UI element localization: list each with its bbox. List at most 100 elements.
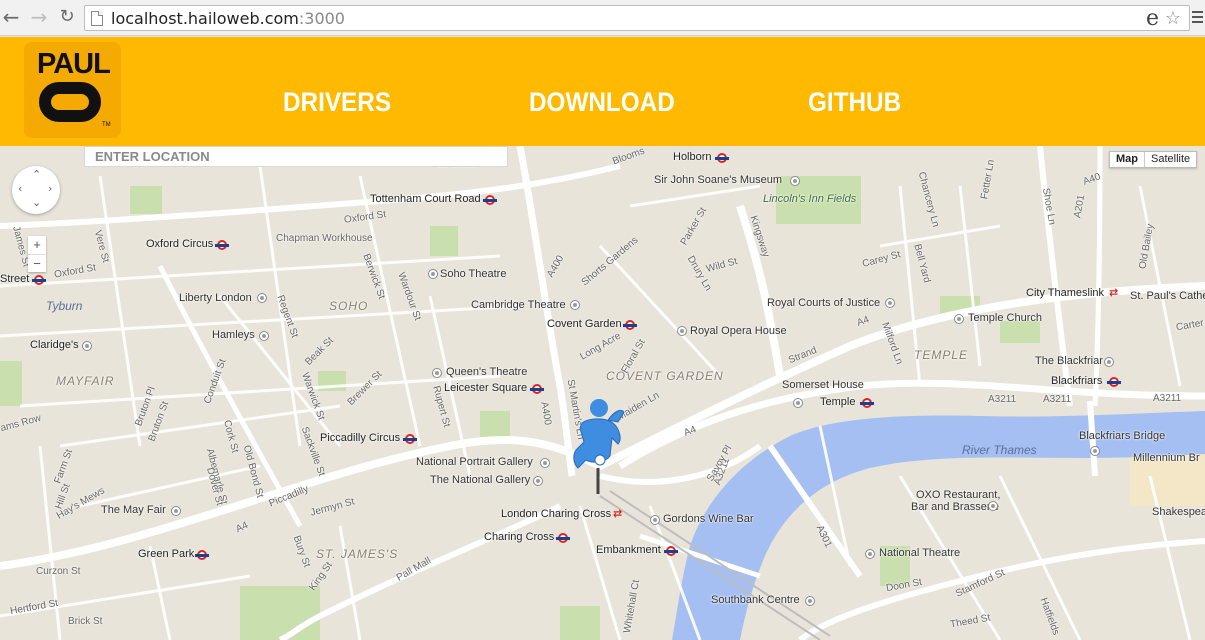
zoom-out-button[interactable]: −	[28, 254, 46, 272]
location-search-input[interactable]	[85, 147, 507, 166]
map-canvas[interactable]: St Giles Holborn Sir John Soane's Museum…	[0, 146, 1205, 640]
pegman-street-view-icon[interactable]	[568, 398, 628, 494]
map-label: Chapman Workhouse	[276, 233, 373, 244]
map-type-satellite-button[interactable]: Satellite	[1144, 152, 1196, 167]
road-label: Curzon St	[36, 566, 81, 577]
zoom-in-button[interactable]: +	[28, 236, 46, 254]
theatre-icon	[865, 549, 875, 559]
map-label: St. Paul's Cathe	[1130, 290, 1205, 302]
theatre-icon	[570, 300, 580, 310]
extension-icon[interactable]: e	[1146, 6, 1159, 31]
tube-station-icon	[195, 550, 209, 560]
tube-station-icon	[715, 153, 729, 163]
bookmark-star-icon[interactable]: ☆	[1165, 8, 1181, 29]
map-label: The May Fair	[101, 504, 166, 516]
map-label: Somerset House	[782, 379, 864, 391]
tube-station-icon	[215, 240, 229, 250]
nav-download[interactable]: DOWNLOAD	[529, 87, 675, 118]
nav-github[interactable]: GITHUB	[808, 87, 901, 118]
pan-up-icon[interactable]: ⌃	[32, 168, 41, 181]
rail-icon: ⇄	[1109, 286, 1119, 299]
theatre-icon	[677, 326, 687, 336]
tube-station-icon	[32, 275, 46, 285]
forward-arrow-icon[interactable]: →	[28, 7, 50, 29]
pan-down-icon[interactable]: ⌄	[32, 196, 41, 209]
map-label: Lincoln's Inn Fields	[763, 193, 857, 205]
map-label: Royal Courts of Justice	[767, 297, 881, 309]
page-icon	[91, 11, 103, 26]
tube-station-icon	[483, 195, 497, 205]
map-label: ST. JAMES'S	[316, 547, 399, 561]
map-label: Gordons Wine Bar	[663, 513, 754, 525]
map-label: Embankment	[596, 544, 661, 556]
logo-o-shape	[39, 82, 101, 122]
map-label: Street	[0, 273, 30, 285]
reload-icon[interactable]: ↻	[56, 7, 78, 29]
map-label: Tottenham Court Road	[370, 193, 481, 205]
map-label: Covent Garden	[547, 318, 622, 330]
map-label: Royal Opera House	[690, 325, 787, 337]
pan-right-icon[interactable]: ›	[48, 182, 52, 195]
museum-icon	[790, 176, 800, 186]
chrome-menu-icon[interactable]	[1192, 11, 1203, 26]
map-type-map-button[interactable]: Map	[1110, 152, 1144, 167]
tube-station-icon	[530, 384, 544, 394]
map-label: Blackfriars Bridge	[1079, 430, 1166, 442]
map-label: National Portrait Gallery	[416, 456, 533, 468]
map-label: TEMPLE	[914, 348, 969, 362]
map-label: National Theatre	[879, 547, 961, 559]
map-label: Cambridge Theatre	[471, 299, 566, 311]
map-label: Millennium Br	[1133, 452, 1200, 464]
pub-icon	[1104, 357, 1114, 367]
tube-station-icon	[1107, 377, 1121, 387]
map-label: The Blackfriar	[1035, 355, 1103, 367]
map-label: Hamleys	[212, 329, 255, 341]
tube-station-icon	[403, 434, 417, 444]
app-header: PAUL TM DRIVERS DOWNLOAD GITHUB	[0, 37, 1205, 146]
tube-station-icon	[556, 533, 570, 543]
logo-trademark: TM	[102, 122, 111, 128]
map-label: Shakespea	[1152, 506, 1205, 518]
tube-station-icon	[664, 546, 678, 556]
browser-toolbar: ← → ↻ localhost.hailoweb.com:3000 e ☆	[0, 0, 1205, 36]
map-label: Claridge's	[30, 339, 79, 351]
shop-icon	[257, 293, 267, 303]
road-label: Brick St	[68, 616, 103, 627]
map-label: Tyburn	[46, 299, 83, 313]
map-label: Queen's Theatre	[446, 366, 528, 378]
back-arrow-icon[interactable]: ←	[0, 7, 22, 29]
map-label: Leicester Square	[444, 382, 528, 394]
rail-icon: ⇄	[613, 507, 623, 520]
shop-icon	[259, 331, 269, 341]
map-label: MAYFAIR	[56, 374, 115, 388]
url-text[interactable]: localhost.hailoweb.com:3000	[111, 9, 345, 28]
zoom-control: + −	[28, 236, 46, 272]
tube-station-icon	[623, 320, 637, 330]
road-label: A3211	[1153, 393, 1182, 404]
map-label: Soho Theatre	[440, 268, 507, 280]
map-label: The National Gallery	[430, 474, 531, 486]
map-label: Oxford Circus	[146, 238, 214, 250]
pan-left-icon[interactable]: ‹	[18, 182, 22, 195]
address-bar[interactable]: localhost.hailoweb.com:3000 e ☆	[84, 5, 1190, 31]
theatre-icon	[428, 269, 438, 279]
pan-control[interactable]: ⌃ ⌄ ‹ ›	[12, 166, 60, 214]
map-label: OXO Restaurant,	[916, 489, 1001, 501]
url-port: :3000	[298, 9, 345, 28]
map-label: City Thameslink	[1026, 287, 1105, 299]
url-host: localhost.hailoweb.com	[111, 9, 299, 28]
map-label: London Charing Cross	[501, 508, 612, 520]
bar-icon	[650, 515, 660, 525]
landmark-icon	[805, 596, 815, 606]
church-icon	[954, 314, 964, 324]
map-label: Temple Church	[968, 312, 1042, 324]
road-label: A3211	[1043, 394, 1072, 405]
map-label: Southbank Centre	[711, 594, 800, 606]
tube-station-icon	[860, 398, 874, 408]
landmark-icon	[793, 398, 803, 408]
map-label: Bar and Brasserie	[911, 501, 1000, 513]
nav-drivers[interactable]: DRIVERS	[283, 87, 391, 118]
paul-logo[interactable]: PAUL TM	[24, 42, 121, 138]
map-label: Sir John Soane's Museum	[654, 174, 783, 186]
logo-text: PAUL	[37, 48, 111, 80]
